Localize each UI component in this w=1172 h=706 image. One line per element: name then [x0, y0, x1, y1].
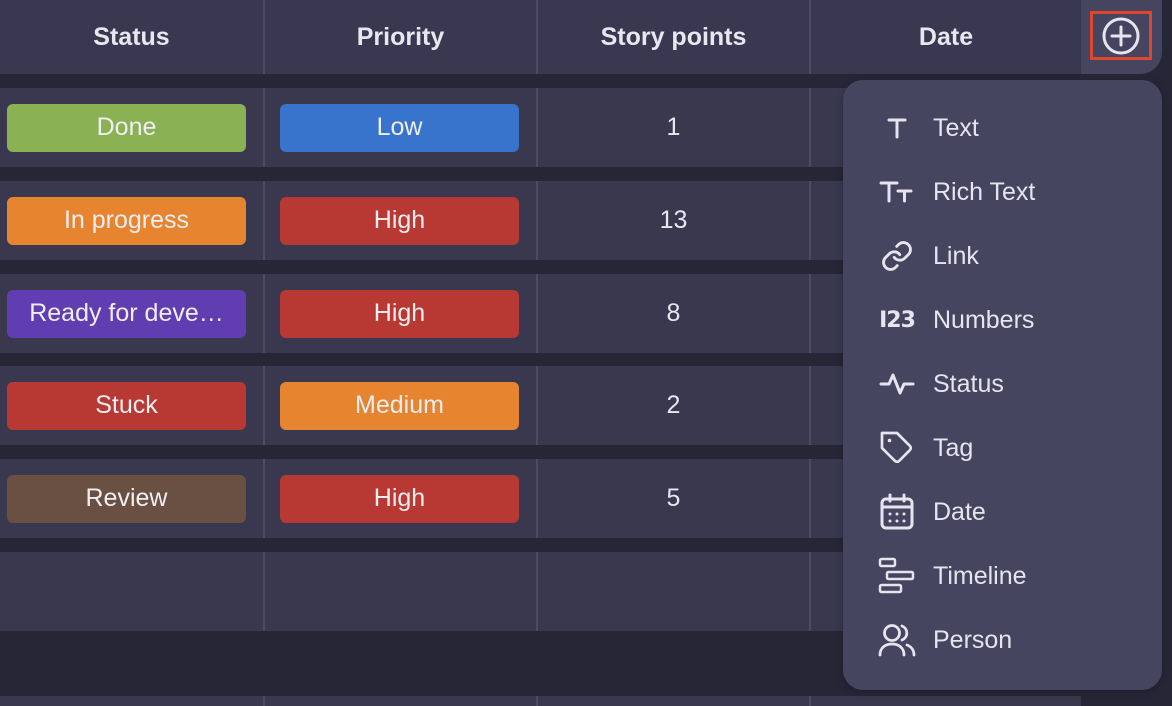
- timeline-icon: [877, 556, 917, 596]
- status-cell[interactable]: [0, 552, 253, 631]
- story-points-cell[interactable]: 5: [538, 459, 809, 538]
- menu-item-label: Link: [933, 241, 979, 270]
- menu-item-tag[interactable]: Tag: [843, 416, 1162, 480]
- add-column-button[interactable]: [1090, 11, 1152, 60]
- priority-badge[interactable]: High: [280, 289, 519, 338]
- column-header-date[interactable]: Date: [811, 0, 1081, 74]
- menu-item-label: Text: [933, 113, 979, 142]
- menu-item-label: Timeline: [933, 561, 1027, 590]
- story-points-value: 5: [666, 484, 681, 512]
- story-points-cell[interactable]: 8: [538, 274, 809, 353]
- menu-item-label: Rich Text: [933, 177, 1036, 206]
- column-divider: [263, 696, 265, 706]
- status-badge[interactable]: Done: [7, 103, 246, 152]
- plus-circle-icon: [1101, 16, 1141, 56]
- numbers-icon: I23: [879, 307, 916, 333]
- status-badge[interactable]: Review: [7, 474, 246, 523]
- menu-item-date[interactable]: Date: [843, 480, 1162, 544]
- person-icon: [877, 620, 917, 660]
- menu-item-timeline[interactable]: Timeline: [843, 544, 1162, 608]
- priority-cell[interactable]: High: [265, 274, 534, 353]
- column-header-status[interactable]: Status: [0, 0, 263, 74]
- calendar-icon: [877, 492, 917, 532]
- menu-item-label: Date: [933, 497, 986, 526]
- priority-cell[interactable]: Medium: [265, 366, 534, 445]
- column-divider: [536, 696, 538, 706]
- priority-cell[interactable]: [265, 552, 534, 631]
- table-header: Status Priority Story points Date: [0, 0, 1081, 74]
- column-divider: [809, 696, 811, 706]
- status-badge[interactable]: Stuck: [7, 381, 246, 430]
- story-points-value: 2: [666, 391, 681, 419]
- add-column-header: [1081, 0, 1162, 74]
- link-icon: [877, 236, 917, 276]
- priority-cell[interactable]: High: [265, 181, 534, 260]
- menu-item-label: Tag: [933, 433, 974, 462]
- menu-item-rich-text[interactable]: Rich Text: [843, 160, 1162, 224]
- rich-text-icon: [877, 172, 917, 212]
- status-cell[interactable]: In progress: [0, 181, 253, 260]
- menu-item-link[interactable]: Link: [843, 224, 1162, 288]
- column-header-priority[interactable]: Priority: [265, 0, 536, 74]
- menu-item-label: Person: [933, 625, 1013, 654]
- column-divider: [536, 0, 538, 74]
- text-icon: [877, 108, 917, 148]
- priority-cell[interactable]: Low: [265, 88, 534, 167]
- status-pulse-icon: [877, 364, 917, 404]
- status-badge[interactable]: Ready for deve…: [7, 289, 246, 338]
- priority-badge[interactable]: Medium: [280, 381, 519, 430]
- menu-item-status[interactable]: Status: [843, 352, 1162, 416]
- status-cell[interactable]: Stuck: [0, 366, 253, 445]
- column-header-story-points[interactable]: Story points: [538, 0, 809, 74]
- priority-badge[interactable]: Low: [280, 103, 519, 152]
- status-cell[interactable]: Review: [0, 459, 253, 538]
- status-cell[interactable]: Ready for deve…: [0, 274, 253, 353]
- story-points-cell[interactable]: 1: [538, 88, 809, 167]
- status-badge[interactable]: In progress: [7, 196, 246, 245]
- menu-item-numbers[interactable]: I23 Numbers: [843, 288, 1162, 352]
- column-divider: [263, 0, 265, 74]
- menu-item-label: Status: [933, 369, 1004, 398]
- story-points-cell[interactable]: 2: [538, 366, 809, 445]
- tag-icon: [877, 428, 917, 468]
- column-type-menu: Text Rich Text Link I23 Numbers Status T…: [843, 80, 1162, 690]
- priority-badge[interactable]: High: [280, 474, 519, 523]
- menu-item-text[interactable]: Text: [843, 96, 1162, 160]
- status-cell[interactable]: Done: [0, 88, 253, 167]
- story-points-cell[interactable]: 13: [538, 181, 809, 260]
- story-points-value: 13: [659, 206, 688, 234]
- priority-badge[interactable]: High: [280, 196, 519, 245]
- story-points-value: 8: [666, 299, 681, 327]
- priority-cell[interactable]: High: [265, 459, 534, 538]
- column-divider: [809, 0, 811, 74]
- menu-item-person[interactable]: Person: [843, 608, 1162, 672]
- table-row-partial: [0, 696, 1081, 706]
- menu-item-label: Numbers: [933, 305, 1035, 334]
- story-points-value: 1: [666, 113, 681, 141]
- story-points-cell[interactable]: [538, 552, 809, 631]
